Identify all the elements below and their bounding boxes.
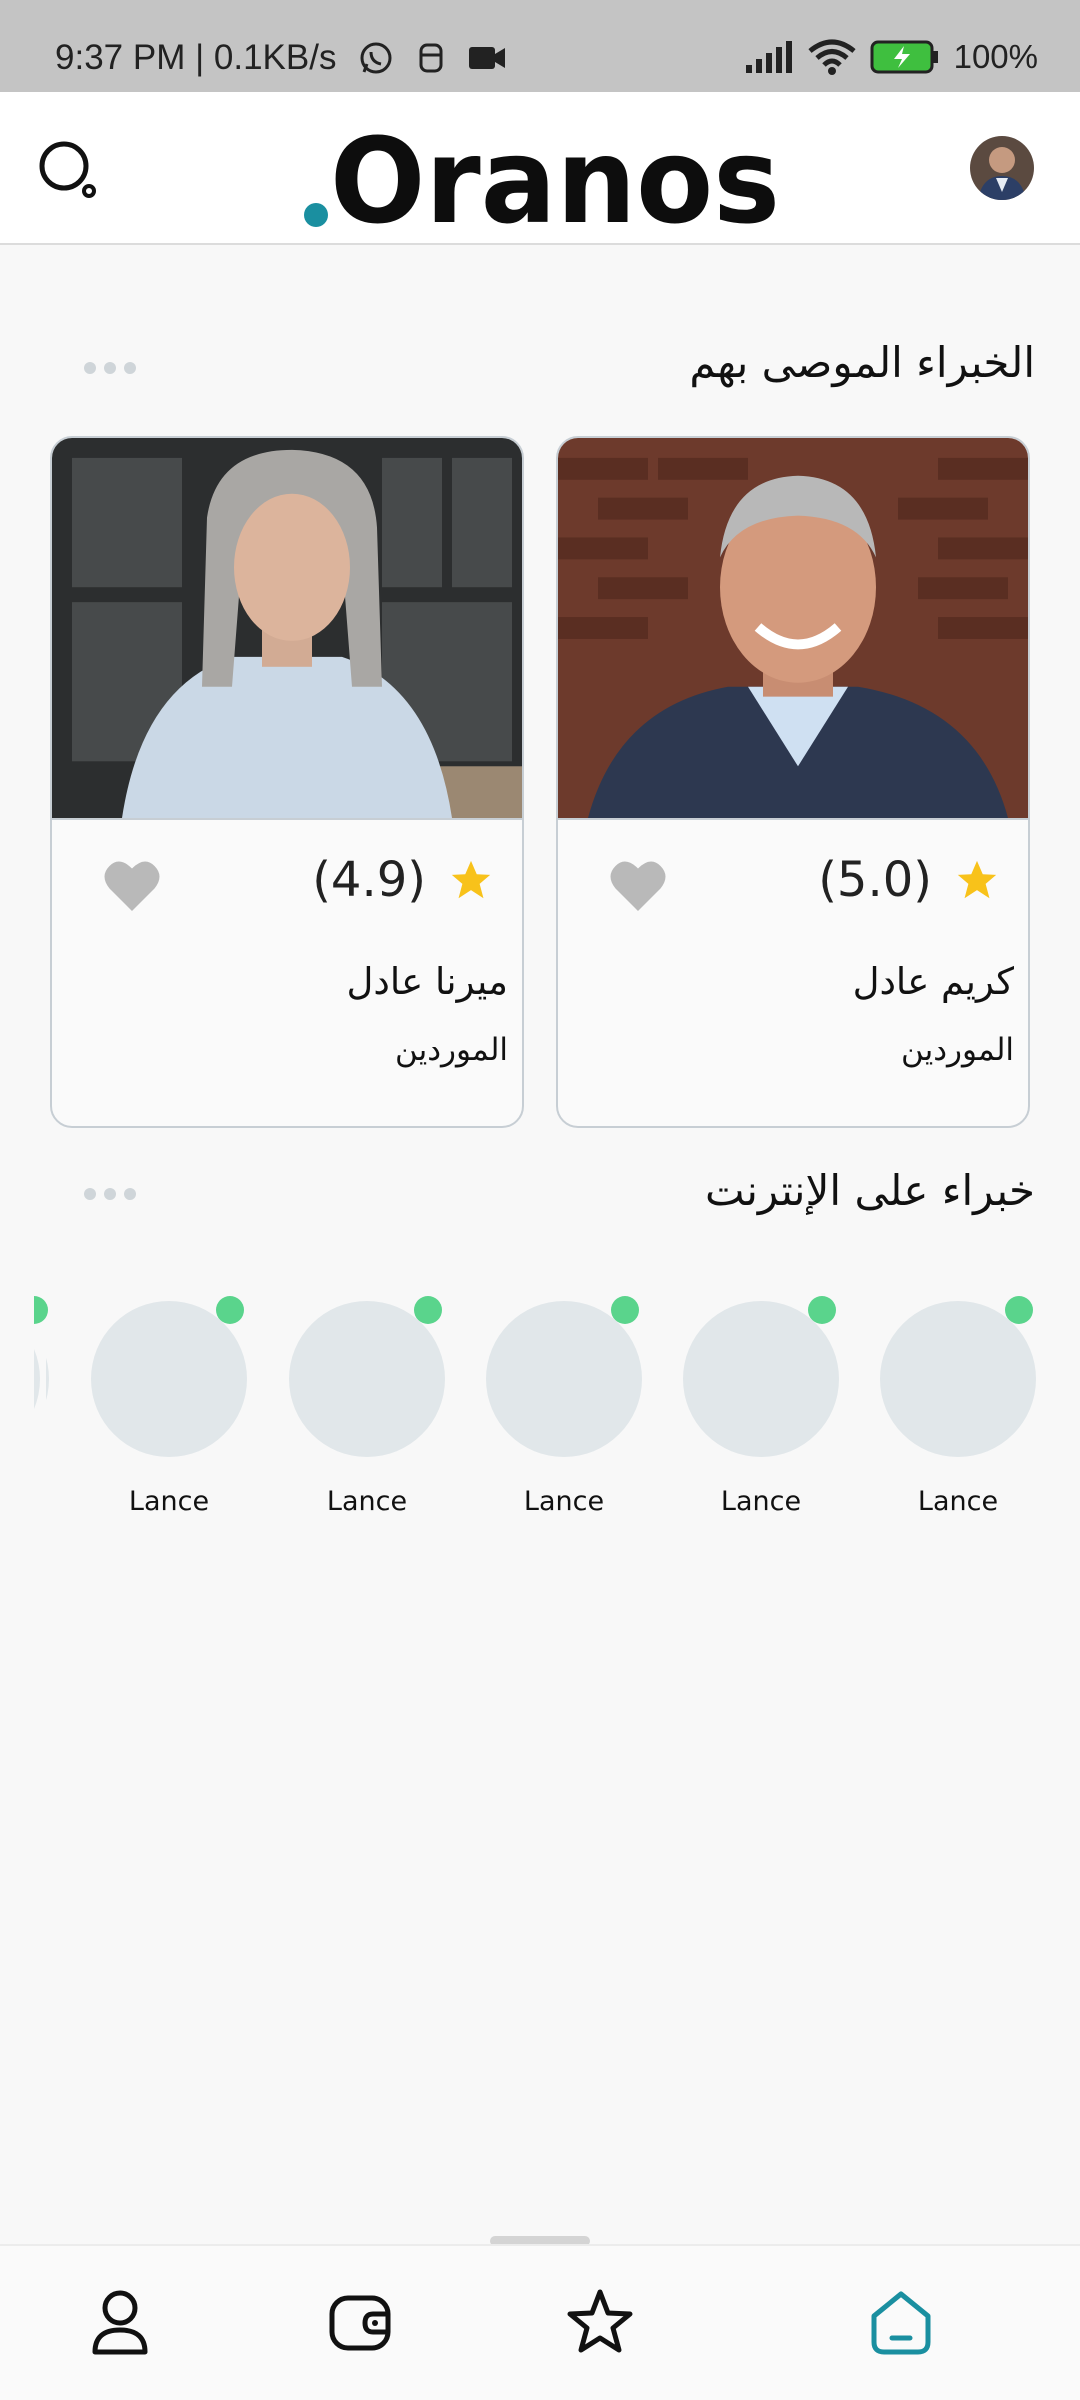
status-time: 9:37 PM | 0.1KB/s [55, 38, 337, 77]
signal-icon [745, 41, 792, 73]
rating: (4.9) [312, 852, 494, 908]
online-experts-title: خبراء على الإنترنت [705, 1166, 1035, 1215]
app-logo: Oranos [300, 112, 790, 250]
rating-value: (4.9) [312, 852, 426, 908]
expert-card[interactable]: (5.0) كريم عادل الموردين [556, 436, 1030, 1128]
online-status-dot [414, 1296, 442, 1324]
logo-text: Oranos [330, 112, 780, 232]
online-expert[interactable]: Lance [88, 1296, 248, 1536]
online-status-dot [611, 1296, 639, 1324]
rating-value: (5.0) [818, 852, 932, 908]
favorite-heart-icon[interactable] [102, 858, 162, 914]
online-expert-name: Lance [326, 1486, 408, 1517]
app-header: Oranos [0, 92, 1080, 250]
profile-icon[interactable] [85, 2286, 155, 2358]
online-expert-name: Lance [128, 1486, 210, 1517]
favorites-icon[interactable] [565, 2286, 635, 2358]
online-expert[interactable]: Lance [483, 1296, 643, 1536]
notification-icons [358, 40, 506, 76]
logo-dot [304, 203, 328, 227]
online-expert-avatar [486, 1301, 642, 1457]
online-expert-avatar [289, 1301, 445, 1457]
wallet-icon[interactable] [325, 2286, 395, 2358]
online-expert-avatar [91, 1301, 247, 1457]
status-right: 100% [744, 38, 1038, 76]
online-expert-avatar [880, 1301, 1036, 1457]
online-expert[interactable]: Lance [680, 1296, 840, 1536]
online-expert-name: Lance [523, 1486, 605, 1517]
expert-photo [52, 438, 522, 820]
expert-location: الموردين [395, 1032, 508, 1068]
whatsapp-icon [360, 42, 392, 74]
online-expert[interactable]: Lance [286, 1296, 446, 1536]
online-expert[interactable]: Lance [877, 1296, 1037, 1536]
tiktok-icon [419, 43, 443, 73]
online-expert-name: Lance [917, 1486, 999, 1517]
online-status-dot [216, 1296, 244, 1324]
wifi-icon [808, 39, 856, 75]
online-expert-avatar [683, 1301, 839, 1457]
video-camera-icon [469, 47, 505, 69]
expert-name: كريم عادل [852, 960, 1014, 1003]
star-icon [451, 860, 491, 899]
bottom-nav [0, 2244, 1080, 2400]
status-bar: 9:37 PM | 0.1KB/s 100% [0, 0, 1080, 92]
expert-card[interactable]: (4.9) ميرنا عادل الموردين [50, 436, 524, 1128]
expert-location: الموردين [901, 1032, 1014, 1068]
expert-name: ميرنا عادل [346, 960, 508, 1003]
more-dots-icon[interactable] [80, 1184, 140, 1204]
battery-icon [870, 40, 938, 74]
star-icon [957, 860, 997, 899]
more-dots-icon[interactable] [80, 358, 140, 378]
battery-percent: 100% [953, 38, 1038, 75]
online-expert-name: Lance [720, 1486, 802, 1517]
rating: (5.0) [818, 852, 1000, 908]
favorite-heart-icon[interactable] [608, 858, 668, 914]
recommended-experts-title: الخبراء الموصى بهم [689, 338, 1035, 387]
partial-edge [34, 1296, 48, 1536]
expert-photo [558, 438, 1028, 820]
online-status-dot [1005, 1296, 1033, 1324]
search-icon[interactable] [38, 140, 98, 200]
online-experts-list[interactable]: Lance Lance Lance Lance Lance [0, 1296, 1080, 1556]
online-status-dot [808, 1296, 836, 1324]
user-avatar[interactable] [970, 136, 1034, 200]
home-icon[interactable] [866, 2286, 936, 2358]
